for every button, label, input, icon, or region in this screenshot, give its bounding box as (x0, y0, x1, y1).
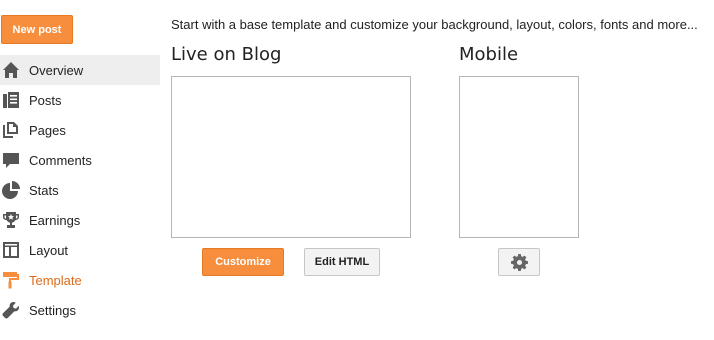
paint-roller-icon (2, 271, 20, 289)
home-icon (2, 61, 20, 79)
sidebar-item-label: Template (29, 272, 82, 288)
sidebar-item-posts[interactable]: Posts (0, 85, 160, 115)
sidebar-item-overview[interactable]: Overview (0, 55, 160, 85)
live-blog-preview[interactable] (171, 76, 411, 238)
trophy-icon (2, 211, 20, 229)
sidebar-item-earnings[interactable]: Earnings (0, 205, 160, 235)
posts-icon (2, 91, 20, 109)
comment-icon (2, 151, 20, 169)
mobile-settings-button[interactable] (498, 248, 540, 276)
intro-text: Start with a base template and customize… (171, 17, 698, 32)
gear-icon (510, 253, 528, 271)
sidebar: Overview Posts Pages Comments Stats Earn… (0, 55, 160, 325)
mobile-title: Mobile (459, 44, 519, 65)
wrench-icon (2, 301, 20, 319)
sidebar-item-label: Posts (29, 92, 62, 108)
sidebar-item-layout[interactable]: Layout (0, 235, 160, 265)
customize-button[interactable]: Customize (202, 248, 284, 276)
sidebar-item-template[interactable]: Template (0, 265, 160, 295)
edit-html-button[interactable]: Edit HTML (304, 248, 380, 276)
live-on-blog-title: Live on Blog (171, 44, 282, 65)
sidebar-item-label: Pages (29, 122, 66, 138)
sidebar-item-label: Earnings (29, 212, 81, 228)
sidebar-item-settings[interactable]: Settings (0, 295, 160, 325)
new-post-button[interactable]: New post (1, 15, 73, 44)
layout-icon (2, 241, 20, 259)
sidebar-item-pages[interactable]: Pages (0, 115, 160, 145)
mobile-preview[interactable] (459, 76, 579, 238)
pie-chart-icon (2, 181, 20, 199)
sidebar-item-label: Stats (29, 182, 59, 198)
sidebar-item-stats[interactable]: Stats (0, 175, 160, 205)
sidebar-item-label: Comments (29, 152, 92, 168)
sidebar-item-label: Settings (29, 302, 76, 318)
pages-icon (2, 121, 20, 139)
sidebar-item-comments[interactable]: Comments (0, 145, 160, 175)
sidebar-item-label: Overview (29, 62, 84, 78)
sidebar-item-label: Layout (29, 242, 69, 258)
